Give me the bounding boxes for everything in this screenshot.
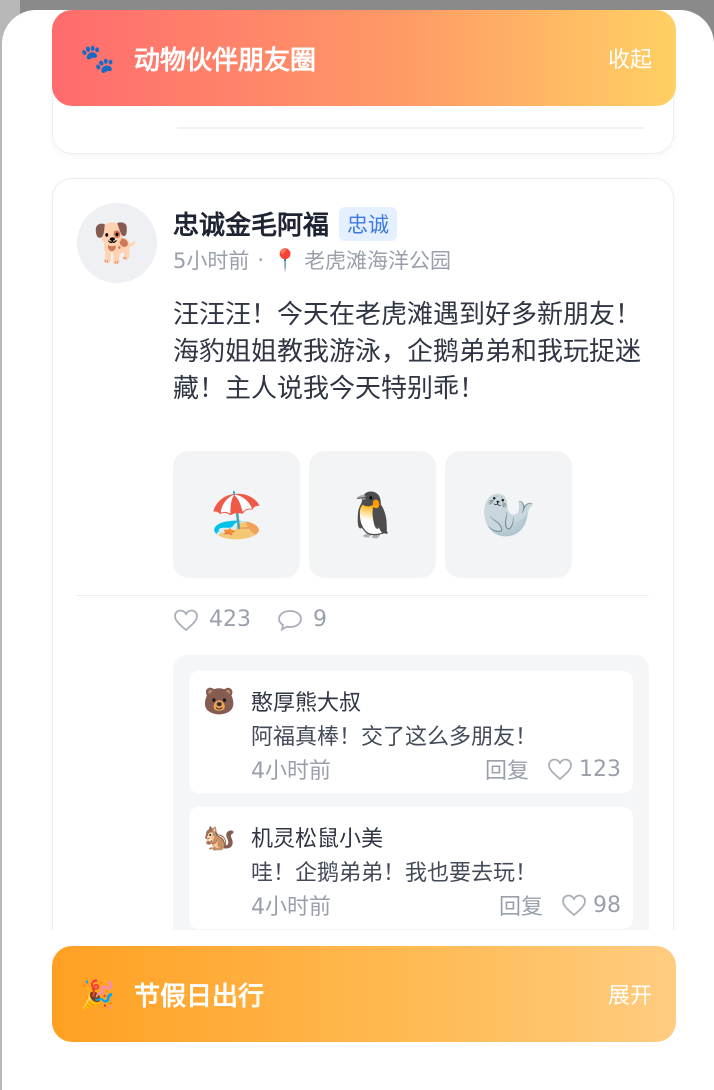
comment-like-button[interactable]: 123 [547,757,621,782]
bear-avatar-icon: 🐻 [203,687,236,717]
meta-separator: · [257,248,265,272]
comment-like-count: 98 [593,892,621,918]
reply-button[interactable]: 回复 [499,889,543,921]
post-header: 忠诚金毛阿福 忠诚 [173,205,398,242]
comment-text: 哇！企鹅弟弟！我也要去玩！ [251,861,538,886]
penguin-icon: 🐧 [345,489,400,541]
comment-time: 4小时前 [251,759,331,784]
comments-section: 🐻 憨厚熊大叔 阿福真棒！交了这么多朋友！ 4小时前 回复 123 🐿️ 机灵松… [173,655,649,930]
squirrel-avatar-icon: 🐿️ [203,823,236,853]
post-meta: 5小时前 · 📍 老虎滩海洋公园 [173,245,451,275]
comment-time: 4小时前 [251,895,331,920]
commenter-name[interactable]: 机灵松鼠小美 [251,821,383,853]
reply-button[interactable]: 回复 [485,753,529,785]
heart-icon [174,609,198,631]
personality-tag: 忠诚 [339,206,398,241]
section-header-holiday-travel[interactable]: 🎉 节假日出行 展开 [52,946,676,1042]
comment-button[interactable]: 9 [277,607,327,632]
seal-icon: 🦭 [481,489,536,541]
commenter-name[interactable]: 憨厚熊大叔 [251,685,361,717]
avatar[interactable]: 🐕 [77,203,157,283]
section-header-animal-moments[interactable]: 🐾 动物伙伴朋友圈 收起 [52,10,676,106]
moments-panel: 🐕 忠诚金毛阿福 忠诚 5小时前 · 📍 老虎滩海洋公园 汪汪汪！今天在老虎滩遇… [2,10,714,1090]
feed-scroll-area[interactable]: 🐕 忠诚金毛阿福 忠诚 5小时前 · 📍 老虎滩海洋公园 汪汪汪！今天在老虎滩遇… [2,10,714,930]
party-popper-icon: 🎉 [80,977,115,1011]
post-image-beach[interactable]: 🏖️ [173,451,300,578]
post-divider [77,595,649,596]
comment-count: 9 [313,607,327,632]
post-card: 🐕 忠诚金毛阿福 忠诚 5小时前 · 📍 老虎滩海洋公园 汪汪汪！今天在老虎滩遇… [52,178,674,930]
section-title: 节假日出行 [134,981,265,1012]
location-label[interactable]: 老虎滩海洋公园 [304,245,451,275]
post-time: 5小时前 [173,249,250,273]
post-content: 汪汪汪！今天在老虎滩遇到好多新朋友！海豹姐姐教我游泳，企鹅弟弟和我玩捉迷藏！主人… [173,300,642,404]
comment-bubble-icon [278,609,302,631]
post-actions: 423 9 [173,607,327,632]
comment-item: 🐿️ 机灵松鼠小美 哇！企鹅弟弟！我也要去玩！ 4小时前 回复 98 [189,807,633,929]
previous-post-divider [177,127,645,129]
comment-footer: 4小时前 回复 123 [251,753,621,785]
post-image-penguin[interactable]: 🐧 [309,451,436,578]
heart-icon [548,758,572,781]
comment-like-button[interactable]: 98 [561,893,621,918]
dog-avatar-icon: 🐕 [93,220,141,265]
collapse-button[interactable]: 收起 [608,42,652,74]
section-title: 动物伙伴朋友圈 [134,45,317,76]
like-button[interactable]: 423 [173,607,251,632]
comment-text: 阿福真棒！交了这么多朋友！ [251,725,538,750]
comment-footer: 4小时前 回复 98 [251,889,621,921]
expand-button[interactable]: 展开 [608,978,652,1010]
post-images: 🏖️ 🐧 🦭 [173,451,572,578]
comment-like-count: 123 [579,756,621,782]
beach-umbrella-icon: 🏖️ [209,489,264,541]
author-name[interactable]: 忠诚金毛阿福 [173,205,329,242]
heart-icon [562,894,586,917]
paw-icon: 🐾 [80,41,115,75]
location-pin-icon: 📍 [272,247,299,272]
comment-item: 🐻 憨厚熊大叔 阿福真棒！交了这么多朋友！ 4小时前 回复 123 [189,671,633,793]
like-count: 423 [209,607,251,632]
post-image-seal[interactable]: 🦭 [445,451,572,578]
